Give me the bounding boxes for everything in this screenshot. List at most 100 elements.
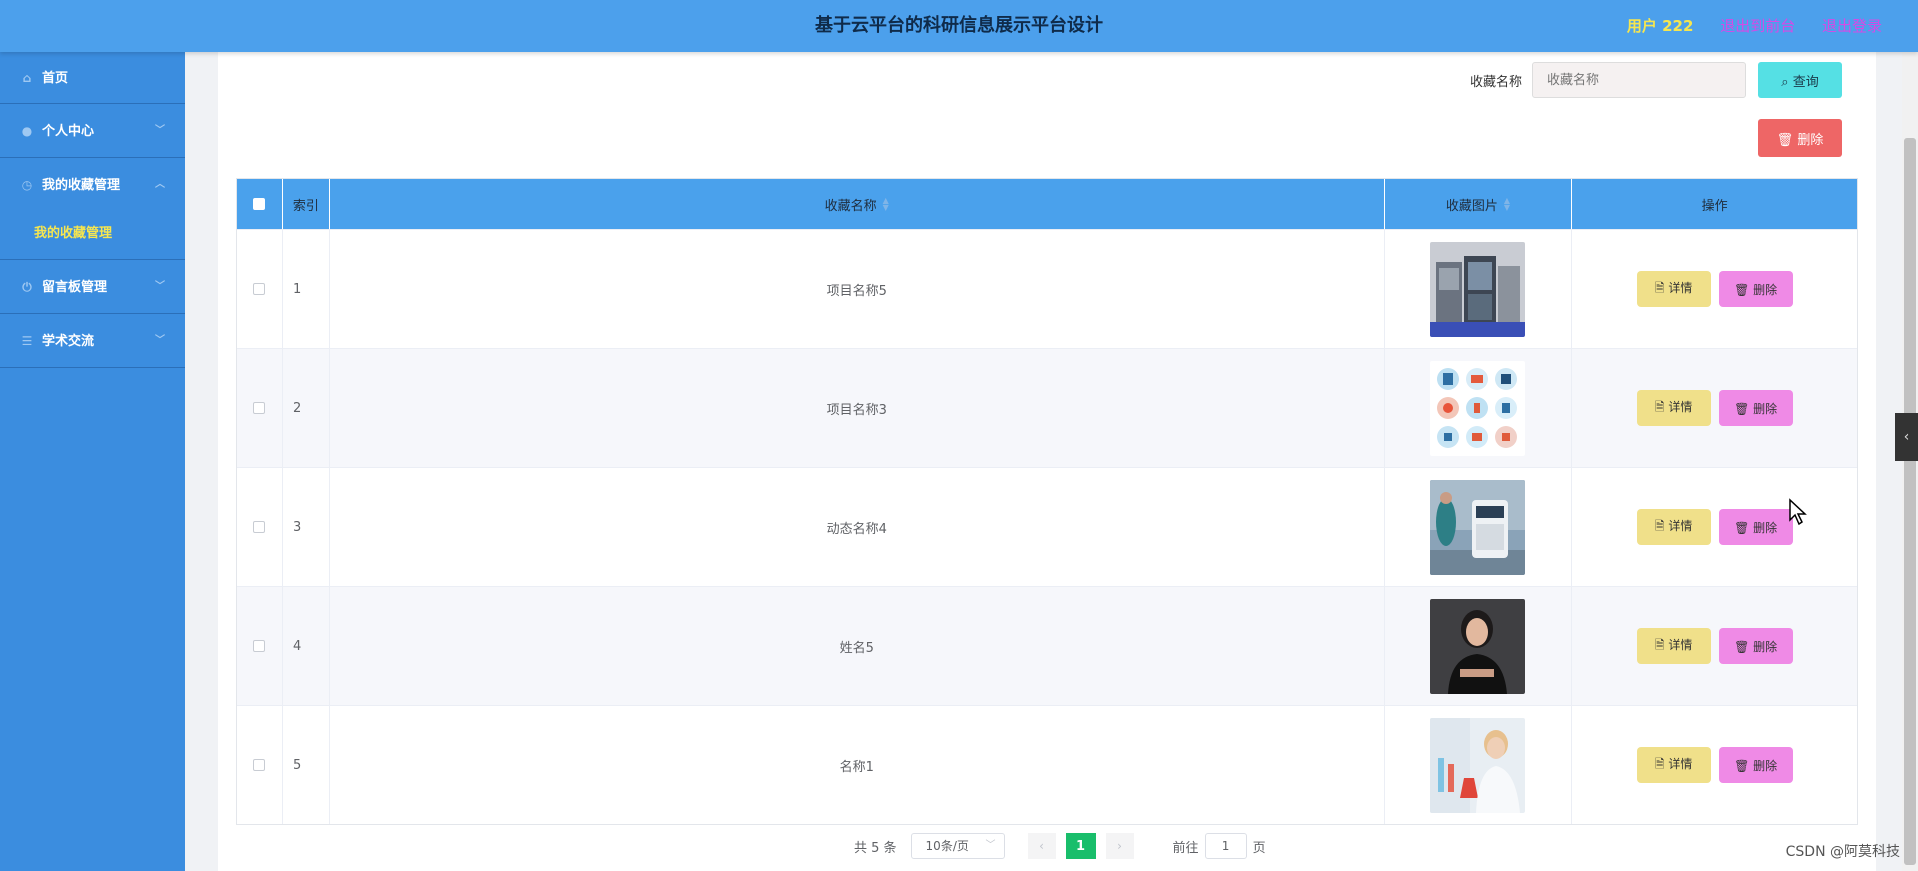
row-name: 姓名5 [330, 587, 1385, 705]
lab-equipment-image [1430, 241, 1526, 337]
current-user: 用户 222 [1626, 17, 1694, 35]
sidebar-item-academic[interactable]: ☰ 学术交流 ﹀ [0, 314, 185, 368]
sidebar: ⌂ 首页 ● 个人中心 ﹀ ◷ 我的收藏管理 ︿ 我的收藏管理 ⏻ 留言板管理 ﹀ ☰ 学… [0, 52, 185, 871]
chevron-down-icon: ﹀ [155, 335, 165, 346]
row-checkbox[interactable] [253, 402, 266, 414]
table-header: 索引 收藏名称 ▲ ▼ 收藏图片 ▲ ▼ 操作 [237, 179, 1857, 229]
header-select-all [237, 179, 283, 229]
select-all-checkbox[interactable] [253, 198, 266, 210]
detail-button[interactable]: 🗎 详情 [1636, 271, 1711, 307]
sidebar-item-label: 个人中心 [42, 124, 95, 139]
header-name-label: 收藏名称 [824, 198, 877, 214]
detail-button[interactable]: 🗎 详情 [1636, 509, 1711, 545]
delete-button[interactable]: 🗑 删除 [1718, 509, 1793, 545]
page-size-select[interactable]: 10条/页 ﹀ [910, 833, 1005, 859]
query-button[interactable]: ⌕ 查询 [1758, 62, 1842, 98]
chevron-down-icon: ﹀ [985, 840, 996, 851]
delete-label: 删除 [1753, 401, 1778, 416]
prev-page-button[interactable]: ‹ [1027, 833, 1056, 859]
detail-button[interactable]: 🗎 详情 [1636, 747, 1711, 783]
sidebar-item-personal-center[interactable]: ● 个人中心 ﹀ [0, 104, 185, 158]
sort-icon: ▲ ▼ [882, 196, 889, 212]
goto-page-input[interactable] [1204, 833, 1247, 859]
sidebar-item-label: 留言板管理 [42, 280, 108, 295]
delete-button[interactable]: 🗑 删除 [1718, 628, 1793, 664]
detail-button[interactable]: 🗎 详情 [1636, 628, 1711, 664]
delete-label: 删除 [1753, 639, 1778, 654]
sidebar-item-home[interactable]: ⌂ 首页 [0, 52, 185, 104]
sidebar-item-message-board[interactable]: ⏻ 留言板管理 ﹀ [0, 260, 185, 314]
science-icons-image [1430, 360, 1526, 456]
sidebar-subitem-favorites[interactable]: 我的收藏管理 [0, 212, 185, 260]
page-unit-label: 页 [1252, 840, 1266, 856]
row-checkbox[interactable] [253, 640, 266, 652]
table-row: 2 项目名称3 🗎 详情 🗑 删除 [237, 348, 1857, 467]
logout-link[interactable]: 退出登录 [1822, 17, 1882, 35]
detail-label: 详情 [1668, 518, 1693, 533]
search-input[interactable] [1532, 62, 1746, 98]
page-scrollbar[interactable] [1902, 52, 1918, 871]
query-button-label: 查询 [1792, 74, 1819, 90]
chevron-left-icon: ‹ [1903, 429, 1910, 445]
watermark: CSDN @阿莫科技 [1785, 844, 1900, 860]
user-icon: ● [21, 124, 33, 138]
delete-button[interactable]: 🗑 删除 [1718, 747, 1793, 783]
row-index: 5 [283, 706, 330, 824]
header-ops: 操作 [1701, 198, 1728, 214]
row-checkbox[interactable] [253, 759, 266, 771]
trash-icon: 🗑 [1776, 132, 1798, 148]
back-to-front-link[interactable]: 退出到前台 [1720, 17, 1795, 35]
trash-icon: 🗑 [1734, 639, 1754, 654]
side-collapse-tab[interactable]: ‹ [1895, 413, 1918, 461]
detail-label: 详情 [1668, 637, 1693, 652]
delete-button[interactable]: 🗑 删除 [1718, 390, 1793, 426]
sidebar-item-label: 我的收藏管理 [42, 178, 121, 193]
home-icon: ⌂ [22, 71, 32, 85]
batch-delete-label: 删除 [1797, 132, 1824, 148]
favorites-table: 索引 收藏名称 ▲ ▼ 收藏图片 ▲ ▼ 操作 1 项目名称5 🗎 详情 🗑 删… [236, 178, 1858, 825]
row-name: 项目名称3 [330, 349, 1385, 467]
delete-button[interactable]: 🗑 删除 [1718, 271, 1793, 307]
search-bar: 收藏名称 ⌕ 查询 [1470, 62, 1842, 98]
batch-delete-button[interactable]: 🗑 删除 [1758, 119, 1842, 157]
detail-label: 详情 [1668, 399, 1693, 414]
scientist-lab-image [1430, 717, 1526, 813]
row-name: 动态名称4 [330, 468, 1385, 586]
top-header: 基于云平台的科研信息展示平台设计 用户 222 退出到前台 退出登录 [0, 0, 1918, 52]
row-name: 项目名称5 [330, 230, 1385, 348]
search-icon: ⌕ [1781, 74, 1793, 90]
trash-icon: 🗑 [1734, 520, 1754, 535]
row-index: 1 [283, 230, 330, 348]
chevron-down-icon: ﹀ [155, 125, 165, 136]
hospital-machine-image [1430, 479, 1526, 575]
page-size-value: 10条/页 [925, 839, 969, 853]
delete-label: 删除 [1753, 282, 1778, 297]
trash-icon: 🗑 [1734, 282, 1754, 297]
header-image[interactable]: 收藏图片 ▲ ▼ [1385, 179, 1573, 229]
trash-icon: 🗑 [1734, 758, 1754, 773]
main-content: 收藏名称 ⌕ 查询 🗑 删除 索引 收藏名称 ▲▼ 收藏图片 ▲▼ 操作 1 项目名… [218, 52, 1876, 871]
mouse-cursor-icon [1789, 498, 1807, 526]
row-checkbox[interactable] [253, 521, 266, 533]
table-row: 5 名称1 🗎 详情 🗑 删除 [237, 705, 1857, 824]
search-label: 收藏名称 [1469, 74, 1522, 90]
chevron-left-icon: ‹ [1039, 839, 1044, 853]
document-icon: 🗎 [1654, 756, 1669, 771]
next-page-button[interactable]: › [1105, 833, 1134, 859]
clock-icon: ◷ [21, 178, 33, 192]
row-index: 2 [283, 349, 330, 467]
goto-label: 前往 [1172, 840, 1199, 856]
sidebar-item-label: 学术交流 [42, 334, 95, 349]
document-icon: 🗎 [1654, 637, 1669, 652]
page-number-current[interactable]: 1 [1065, 833, 1096, 859]
header-name[interactable]: 收藏名称 ▲ ▼ [330, 179, 1385, 229]
detail-button[interactable]: 🗎 详情 [1636, 390, 1711, 426]
header-actions: 用户 222 退出到前台 退出登录 [1605, 0, 1882, 52]
scrollbar-thumb[interactable] [1904, 138, 1916, 865]
row-checkbox[interactable] [253, 283, 266, 295]
header-index: 索引 [283, 179, 330, 229]
row-name: 名称1 [330, 706, 1385, 824]
sidebar-item-favorites[interactable]: ◷ 我的收藏管理 ︿ [0, 158, 185, 212]
woman-portrait-image [1430, 598, 1526, 694]
detail-label: 详情 [1668, 756, 1693, 771]
